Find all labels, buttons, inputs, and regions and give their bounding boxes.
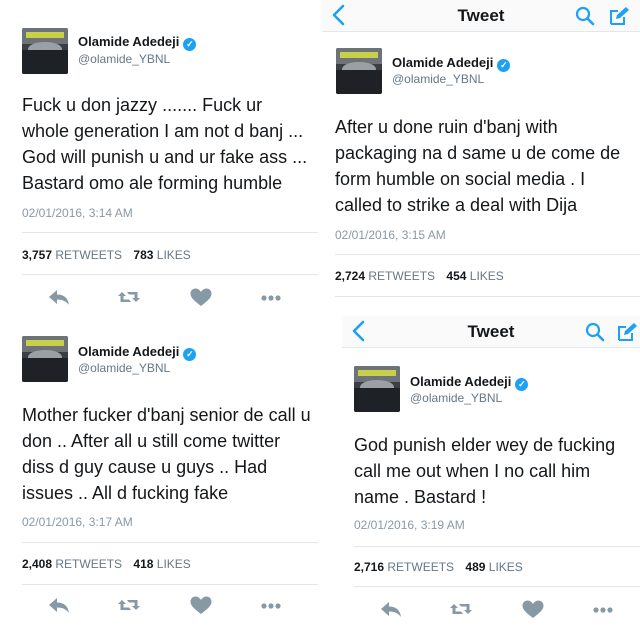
- user-name[interactable]: Olamide Adedeji ✓: [392, 55, 511, 72]
- avatar[interactable]: [22, 336, 68, 382]
- tweet-panel-4: Tweet Olamide Adedeji ✓ @olamide_YBNL God…: [342, 316, 640, 640]
- reply-icon[interactable]: [46, 286, 72, 308]
- divider: [335, 254, 640, 255]
- divider: [22, 584, 318, 585]
- tweet-text: Fuck u don jazzy ....... Fuck ur whole g…: [22, 95, 308, 193]
- retweet-count: 3,757: [22, 248, 53, 262]
- compose-icon[interactable]: [608, 5, 630, 27]
- retweets-label: RETWEETS: [387, 560, 455, 574]
- tweet-stats[interactable]: 3,757 RETWEETS 783 LIKES: [22, 248, 191, 262]
- navbar: Tweet: [342, 316, 640, 348]
- user-handle[interactable]: @olamide_YBNL: [78, 361, 170, 375]
- reply-icon[interactable]: [378, 598, 404, 620]
- tweet-panel-3: Olamide Adedeji ✓ @olamide_YBNL Mother fu…: [0, 322, 318, 640]
- tweet-timestamp: 02/01/2016, 3:15 AM: [335, 228, 446, 242]
- collage-divider: [0, 319, 320, 321]
- more-icon[interactable]: [258, 286, 284, 308]
- like-count: 489: [465, 560, 486, 574]
- retweet-count: 2,716: [354, 560, 385, 574]
- divider: [22, 274, 318, 275]
- user-handle[interactable]: @olamide_YBNL: [392, 72, 484, 86]
- tweet-text: God punish elder wey de fucking call me …: [354, 435, 616, 507]
- tweet-timestamp: 02/01/2016, 3:19 AM: [354, 518, 465, 532]
- avatar[interactable]: [354, 366, 400, 412]
- retweet-icon[interactable]: [116, 594, 142, 616]
- like-count: 783: [133, 248, 154, 262]
- search-icon[interactable]: [574, 6, 596, 26]
- heart-icon[interactable]: [188, 594, 214, 616]
- retweet-count: 2,408: [22, 557, 53, 571]
- user-name[interactable]: Olamide Adedeji ✓: [78, 34, 197, 51]
- more-icon[interactable]: [590, 598, 616, 620]
- navbar: Tweet: [322, 0, 640, 32]
- more-icon[interactable]: [258, 594, 284, 616]
- divider: [22, 232, 318, 233]
- heart-icon[interactable]: [520, 598, 546, 620]
- divider: [22, 542, 318, 543]
- divider: [354, 586, 640, 587]
- avatar[interactable]: [22, 28, 68, 74]
- like-count: 418: [133, 557, 154, 571]
- likes-label: LIKES: [488, 560, 523, 574]
- tweet-actions: [0, 592, 318, 620]
- heart-icon[interactable]: [188, 286, 214, 308]
- user-name[interactable]: Olamide Adedeji ✓: [78, 344, 197, 361]
- verified-badge-icon: ✓: [515, 378, 529, 391]
- tweet-text: Mother fucker d'banj senior de call u do…: [22, 405, 311, 503]
- avatar[interactable]: [336, 48, 382, 94]
- retweet-count: 2,724: [335, 269, 366, 283]
- tweet-stats[interactable]: 2,716 RETWEETS 489 LIKES: [354, 560, 523, 574]
- divider: [354, 546, 640, 547]
- compose-icon[interactable]: [616, 321, 638, 343]
- tweet-stats[interactable]: 2,408 RETWEETS 418 LIKES: [22, 557, 191, 571]
- likes-label: LIKES: [156, 248, 191, 262]
- search-icon[interactable]: [584, 322, 606, 342]
- retweets-label: RETWEETS: [368, 269, 436, 283]
- tweet-stats[interactable]: 2,724 RETWEETS 454 LIKES: [335, 269, 504, 283]
- tweet-actions: [0, 284, 318, 312]
- tweet-timestamp: 02/01/2016, 3:14 AM: [22, 206, 133, 220]
- likes-label: LIKES: [469, 269, 504, 283]
- verified-badge-icon: ✓: [183, 38, 197, 51]
- user-handle[interactable]: @olamide_YBNL: [78, 52, 170, 66]
- tweet-panel-1: Olamide Adedeji ✓ @olamide_YBNL Fuck u do…: [0, 0, 318, 318]
- retweet-icon[interactable]: [448, 598, 474, 620]
- divider: [335, 296, 640, 297]
- like-count: 454: [446, 269, 467, 283]
- likes-label: LIKES: [156, 557, 191, 571]
- tweet-actions: [342, 596, 640, 624]
- user-handle[interactable]: @olamide_YBNL: [410, 391, 502, 405]
- retweets-label: RETWEETS: [55, 557, 123, 571]
- verified-badge-icon: ✓: [183, 348, 197, 361]
- user-name[interactable]: Olamide Adedeji ✓: [410, 374, 529, 391]
- tweet-timestamp: 02/01/2016, 3:17 AM: [22, 515, 133, 529]
- verified-badge-icon: ✓: [497, 59, 511, 72]
- retweet-icon[interactable]: [116, 286, 142, 308]
- tweet-panel-2: Tweet Olamide Adedeji ✓ @olamide_YBNL Aft…: [322, 0, 640, 318]
- tweet-text: After u done ruin d'banj with packaging …: [335, 117, 621, 215]
- reply-icon[interactable]: [46, 594, 72, 616]
- retweets-label: RETWEETS: [55, 248, 123, 262]
